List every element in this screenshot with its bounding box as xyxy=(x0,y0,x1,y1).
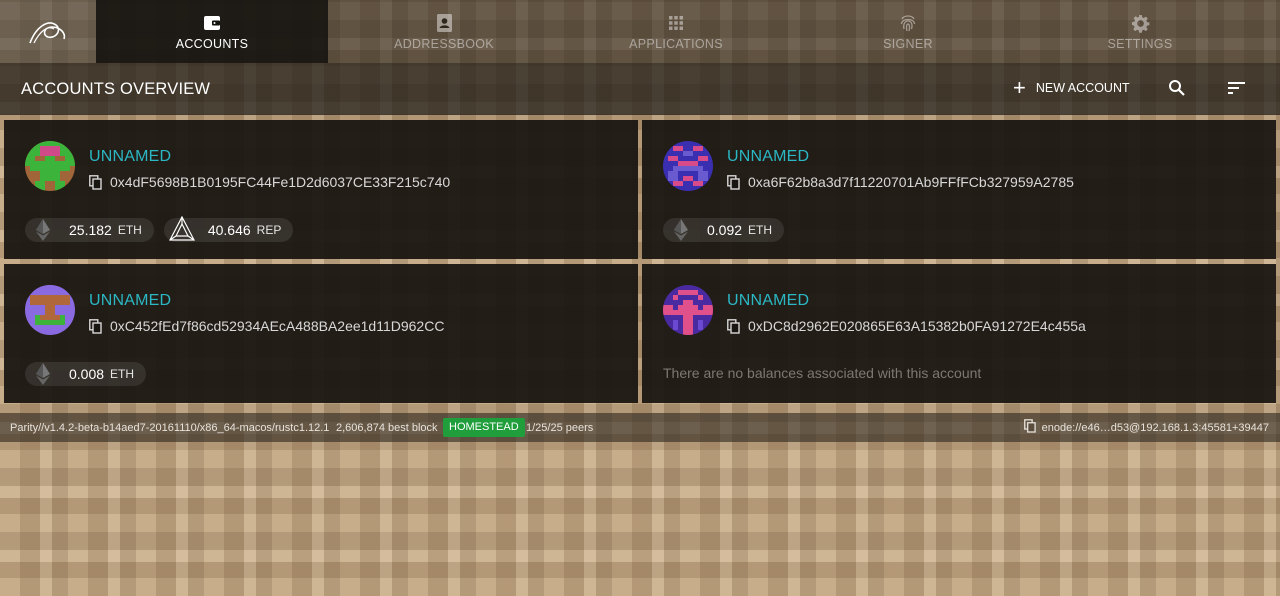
address-text: 0xC452fEd7f86cd52934AEcA488BA2ee1d11D962… xyxy=(110,318,445,334)
account-address: 0xC452fEd7f86cd52934AEcA488BA2ee1d11D962… xyxy=(89,318,444,334)
account-card[interactable]: UNNAMED 0xC452fEd7f86cd52934AEcA488BA2ee… xyxy=(4,264,638,403)
contacts-icon xyxy=(436,14,452,32)
ethereum-icon xyxy=(25,362,61,386)
enode-address[interactable]: enode://e46…d53@192.168.1.3:45581+39447 xyxy=(1023,419,1269,436)
balance-chip: 0.092 ETH xyxy=(663,218,785,242)
parity-logo[interactable] xyxy=(0,0,96,63)
search-icon xyxy=(1169,80,1185,96)
apps-grid-icon xyxy=(669,16,683,30)
peer-count: 1/25/25 peers xyxy=(526,421,594,434)
identicon-avatar[interactable] xyxy=(663,141,713,191)
account-card[interactable]: UNNAMED 0xDC8d2962E020865E63A15382b0FA91… xyxy=(642,264,1276,403)
ethereum-icon xyxy=(663,218,699,242)
balance-value: 40.646 xyxy=(207,222,251,238)
balance-list: 0.092 ETH xyxy=(663,218,785,242)
tab-label: ADDRESSBOOK xyxy=(394,37,494,51)
balance-symbol: REP xyxy=(256,223,282,237)
account-name[interactable]: UNNAMED xyxy=(89,148,171,166)
copy-icon[interactable] xyxy=(1023,419,1042,436)
account-card[interactable]: UNNAMED 0x4dF5698B1B0195FC44Fe1D2d6037CE… xyxy=(4,120,638,259)
tab-addressbook[interactable]: ADDRESSBOOK xyxy=(328,0,560,63)
best-block: 2,606,874 best block xyxy=(336,421,438,434)
wallet-icon xyxy=(204,16,220,30)
balance-list: 0.008 ETH xyxy=(25,362,147,386)
balance-symbol: ETH xyxy=(117,223,142,237)
balance-chip: 0.008 ETH xyxy=(25,362,147,386)
account-address: 0xDC8d2962E020865E63A15382b0FA91272E4c45… xyxy=(727,318,1086,334)
tab-signer[interactable]: SIGNER xyxy=(792,0,1024,63)
copy-icon[interactable] xyxy=(89,174,102,190)
balance-value: 0.008 xyxy=(69,366,105,382)
account-card[interactable]: UNNAMED 0xa6F62b8a3d7f11220701Ab9FFfFCb3… xyxy=(642,120,1276,259)
sort-icon xyxy=(1228,82,1245,94)
augur-rep-icon xyxy=(164,216,200,242)
address-text: 0x4dF5698B1B0195FC44Fe1D2d6037CE33F215c7… xyxy=(110,174,451,190)
page-title: ACCOUNTS OVERVIEW xyxy=(21,79,211,98)
ethereum-icon xyxy=(25,218,61,242)
copy-icon[interactable] xyxy=(727,174,740,190)
gear-icon xyxy=(1131,14,1149,33)
address-text: 0xa6F62b8a3d7f11220701Ab9FFfFCb327959A27… xyxy=(748,174,1074,190)
account-name[interactable]: UNNAMED xyxy=(89,292,171,310)
plus-icon: + xyxy=(1013,75,1026,100)
tab-label: ACCOUNTS xyxy=(175,37,249,51)
balance-symbol: ETH xyxy=(748,223,773,237)
account-name[interactable]: UNNAMED xyxy=(727,148,809,166)
page-header: ACCOUNTS OVERVIEW + NEW ACCOUNT xyxy=(0,63,1280,115)
identicon-avatar[interactable] xyxy=(25,285,75,335)
account-address: 0x4dF5698B1B0195FC44Fe1D2d6037CE33F215c7… xyxy=(89,174,450,190)
tab-applications[interactable]: APPLICATIONS xyxy=(560,0,792,63)
balance-chip: 25.182 ETH xyxy=(25,218,154,242)
tab-label: SETTINGS xyxy=(1107,37,1173,51)
balance-list: 25.182 ETH 40.646 REP xyxy=(25,216,294,242)
tab-accounts[interactable]: ACCOUNTS xyxy=(96,0,328,63)
balance-value: 0.092 xyxy=(707,222,743,238)
new-account-label: NEW ACCOUNT xyxy=(1035,81,1130,95)
search-button[interactable] xyxy=(1168,79,1186,102)
identicon-avatar[interactable] xyxy=(25,141,75,191)
fingerprint-icon xyxy=(900,15,916,32)
balance-symbol: ETH xyxy=(110,367,135,381)
account-address: 0xa6F62b8a3d7f11220701Ab9FFfFCb327959A27… xyxy=(727,174,1074,190)
parity-logo-icon xyxy=(29,21,66,43)
balance-value: 25.182 xyxy=(69,222,112,238)
address-text: 0xDC8d2962E020865E63A15382b0FA91272E4c45… xyxy=(748,318,1086,334)
enode-text: enode://e46…d53@192.168.1.3:45581+39447 xyxy=(1041,421,1269,434)
sort-button[interactable] xyxy=(1228,81,1246,100)
tab-label: SIGNER xyxy=(883,37,933,51)
tab-label: APPLICATIONS xyxy=(629,37,723,51)
balance-chip: 40.646 REP xyxy=(163,216,294,242)
client-version: Parity//v1.4.2-beta-b14aed7-20161110/x86… xyxy=(10,421,330,434)
top-navigation: ACCOUNTS ADDRESSBOOK APPLICATIONS SIGNER… xyxy=(0,0,1280,63)
no-balance-text: There are no balances associated with th… xyxy=(663,365,982,381)
new-account-button[interactable]: + NEW ACCOUNT xyxy=(1013,75,1130,100)
identicon-avatar[interactable] xyxy=(663,285,713,335)
chain-badge: HOMESTEAD xyxy=(443,418,525,437)
copy-icon[interactable] xyxy=(727,318,740,334)
status-bar: Parity//v1.4.2-beta-b14aed7-20161110/x86… xyxy=(0,413,1280,442)
tab-settings[interactable]: SETTINGS xyxy=(1024,0,1256,63)
account-name[interactable]: UNNAMED xyxy=(727,292,809,310)
copy-icon[interactable] xyxy=(89,318,102,334)
